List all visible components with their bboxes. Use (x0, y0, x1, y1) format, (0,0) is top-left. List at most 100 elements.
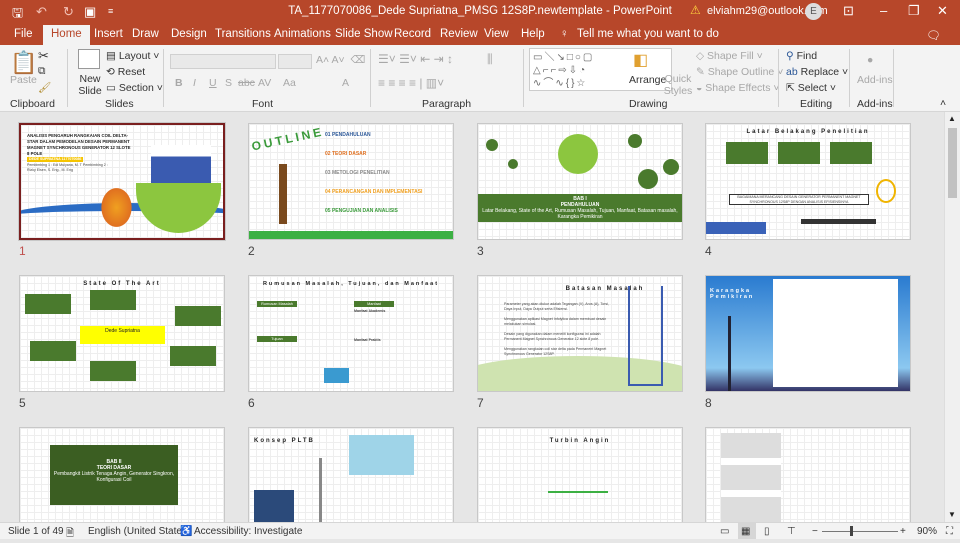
tab-transitions[interactable]: Transitions (215, 28, 271, 40)
scroll-up-icon[interactable]: ▲ (948, 114, 956, 123)
tab-home[interactable]: Home (43, 25, 90, 45)
new-slide-button[interactable]: New Slide (75, 73, 105, 97)
undo-icon[interactable]: ↶ (36, 4, 47, 20)
layout-button[interactable]: ▤ Layout ˅ (106, 50, 159, 62)
new-slide-icon[interactable] (78, 49, 100, 69)
customize-qat-icon[interactable]: ≡ (108, 6, 113, 16)
shadow-button[interactable]: S (225, 77, 232, 89)
restore-icon[interactable]: ❐ (908, 3, 920, 19)
scroll-thumb[interactable] (948, 128, 957, 198)
reference-box (170, 346, 216, 366)
underline-button[interactable]: U (209, 77, 217, 89)
font-name-box[interactable] (170, 54, 276, 69)
tab-design[interactable]: Design (171, 28, 207, 40)
close-icon[interactable]: ✕ (937, 3, 948, 19)
collapse-ribbon-icon[interactable]: ˄ (940, 97, 946, 109)
replace-button[interactable]: ab Replace ˅ (786, 66, 848, 78)
tab-view[interactable]: View (484, 28, 509, 40)
format-painter-icon[interactable]: 🖌 (38, 81, 51, 94)
bold-button[interactable]: B (175, 77, 183, 89)
tell-me-search[interactable]: Tell me what you want to do (577, 28, 719, 40)
quick-styles-button[interactable]: Quick Styles (663, 73, 693, 97)
redo-icon[interactable]: ↻ (63, 4, 74, 20)
tab-help[interactable]: Help (521, 28, 545, 40)
slide-number: 2 (248, 244, 255, 258)
slide-thumbnail-4[interactable]: Latar Belakang Penelitian BAGAIMANA MERAN… (705, 123, 911, 240)
limitation-item: Menggunakan aplikasi Magnet Infolytica d… (504, 317, 607, 326)
font-color-button[interactable]: A (342, 77, 349, 89)
clipboard-label: Clipboard (10, 98, 55, 110)
align-buttons[interactable]: ≡ ≡ ≡ ≡ | ▥˅ (378, 76, 444, 90)
fit-to-window-icon[interactable]: ⛶ (946, 526, 953, 537)
zoom-slider[interactable] (822, 531, 898, 532)
shape-fill-label: Shape Fill (707, 50, 754, 62)
tab-animations[interactable]: Animations (274, 28, 331, 40)
strikethrough-button[interactable]: abc (238, 77, 255, 89)
vertical-scrollbar[interactable]: ▲ ▼ (944, 112, 960, 522)
tab-draw[interactable]: Draw (132, 28, 159, 40)
slide-title: Rumusan Masalah, Tujuan, dan Manfaat (262, 281, 440, 287)
text-direction-button[interactable]: ⫼ (487, 52, 493, 67)
slide-number: 8 (705, 396, 712, 410)
shape-fill-button[interactable]: ◇ Shape Fill ˅ (696, 50, 763, 62)
italic-button[interactable]: I (193, 77, 196, 89)
slide-thumbnail-5[interactable]: State Of The Art Dede Supriatna (19, 275, 225, 392)
avatar[interactable]: E (805, 3, 822, 20)
slide-thumbnail-10[interactable]: Konsep PLTB (248, 427, 454, 522)
section-button[interactable]: ▭ Section ˅ (106, 82, 163, 94)
leaves-graphic (99, 185, 134, 230)
accessibility-status[interactable]: Accessibility: Investigate (194, 526, 302, 537)
slide-thumbnail-12[interactable] (705, 427, 911, 522)
zoom-in-button[interactable]: + (900, 526, 906, 537)
paste-icon[interactable]: 📋 (10, 50, 37, 76)
replace-label: Replace (800, 66, 840, 78)
replace-icon: ab (786, 66, 798, 78)
minimize-icon[interactable]: – (880, 3, 887, 18)
shape-effects-button[interactable]: ◒ Shape Effects ˅ (696, 82, 780, 94)
spacing-button[interactable]: AV (258, 77, 271, 89)
font-size-box[interactable] (278, 54, 312, 69)
slide-thumbnail-2[interactable]: OUTLINE 01 PENDAHULUAN 02 TEORI DASAR 03 ME… (248, 123, 454, 240)
slide-thumbnail-6[interactable]: Rumusan Masalah, Tujuan, dan Manfaat Rumu… (248, 275, 454, 392)
slide-thumbnail-11[interactable]: Turbin Angin (477, 427, 683, 522)
present-icon[interactable]: ▣ (84, 4, 96, 20)
language[interactable]: English (United States) (88, 526, 190, 537)
reading-view-icon[interactable]: ▯ (764, 526, 770, 537)
zoom-level[interactable]: 90% (917, 526, 937, 537)
font-size-buttons[interactable]: A˄ A˅ ⌫ (316, 54, 365, 66)
copy-icon[interactable]: ⧉ (38, 65, 46, 78)
tab-insert[interactable]: Insert (94, 28, 123, 40)
select-button[interactable]: ⇱ Select ˅ (786, 82, 836, 94)
slide-thumbnail-9[interactable]: BAB II TEORI DASAR Pembangkit Listrik Tena… (19, 427, 225, 522)
comments-icon[interactable]: 🗨 (926, 28, 941, 42)
normal-view-icon[interactable]: ▭ (720, 526, 729, 537)
tab-slide-show[interactable]: Slide Show (335, 28, 393, 40)
zoom-slider-thumb[interactable] (850, 526, 854, 536)
slide-thumbnail-1[interactable]: ANALISIS PENGARUH RANGKAIAN COIL DELTA-S… (18, 122, 226, 241)
slide-sorter-view-icon[interactable]: ▦ (738, 523, 756, 539)
tab-file[interactable]: File (14, 28, 33, 40)
zoom-out-button[interactable]: − (812, 526, 818, 537)
ribbon-display-icon[interactable]: ⊡ (843, 3, 854, 19)
scroll-down-icon[interactable]: ▼ (948, 510, 956, 519)
slide-thumbnail-3[interactable]: BAB I PENDAHULUAN Latar Belakang, State of… (477, 123, 683, 240)
paste-button[interactable]: Paste (10, 74, 37, 86)
tab-review[interactable]: Review (440, 28, 478, 40)
slide-thumbnail-7[interactable]: Batasan Masalah Parameter yang akan diuku… (477, 275, 683, 392)
reset-button[interactable]: ⟲ Reset (106, 66, 145, 78)
shape-outline-button[interactable]: ✎ Shape Outline ˅ (696, 66, 783, 78)
change-case-button[interactable]: Aa (283, 77, 296, 89)
addins-button[interactable]: Add-ins (857, 74, 893, 86)
arrange-icon[interactable]: ◧ (633, 50, 648, 70)
limitation-item: Desain yang digunakan dalam meneliti kon… (504, 332, 601, 341)
circle-graphic (486, 139, 498, 151)
arrange-button[interactable]: Arrange (629, 74, 666, 86)
list-buttons[interactable]: ☰˅ ☰˅ ⇤ ⇥ ↕ (378, 52, 453, 66)
find-button[interactable]: ⚲ Find (786, 50, 817, 62)
spelling-icon[interactable]: 🗎 (66, 526, 74, 543)
shape-outline-label: Shape Outline (707, 66, 775, 78)
slideshow-icon[interactable]: ⊤ (787, 526, 796, 537)
tab-record[interactable]: Record (394, 28, 431, 40)
cut-icon[interactable]: ✂ (38, 48, 49, 64)
slide-thumbnail-8[interactable]: Karangka Pemikiran (705, 275, 911, 392)
